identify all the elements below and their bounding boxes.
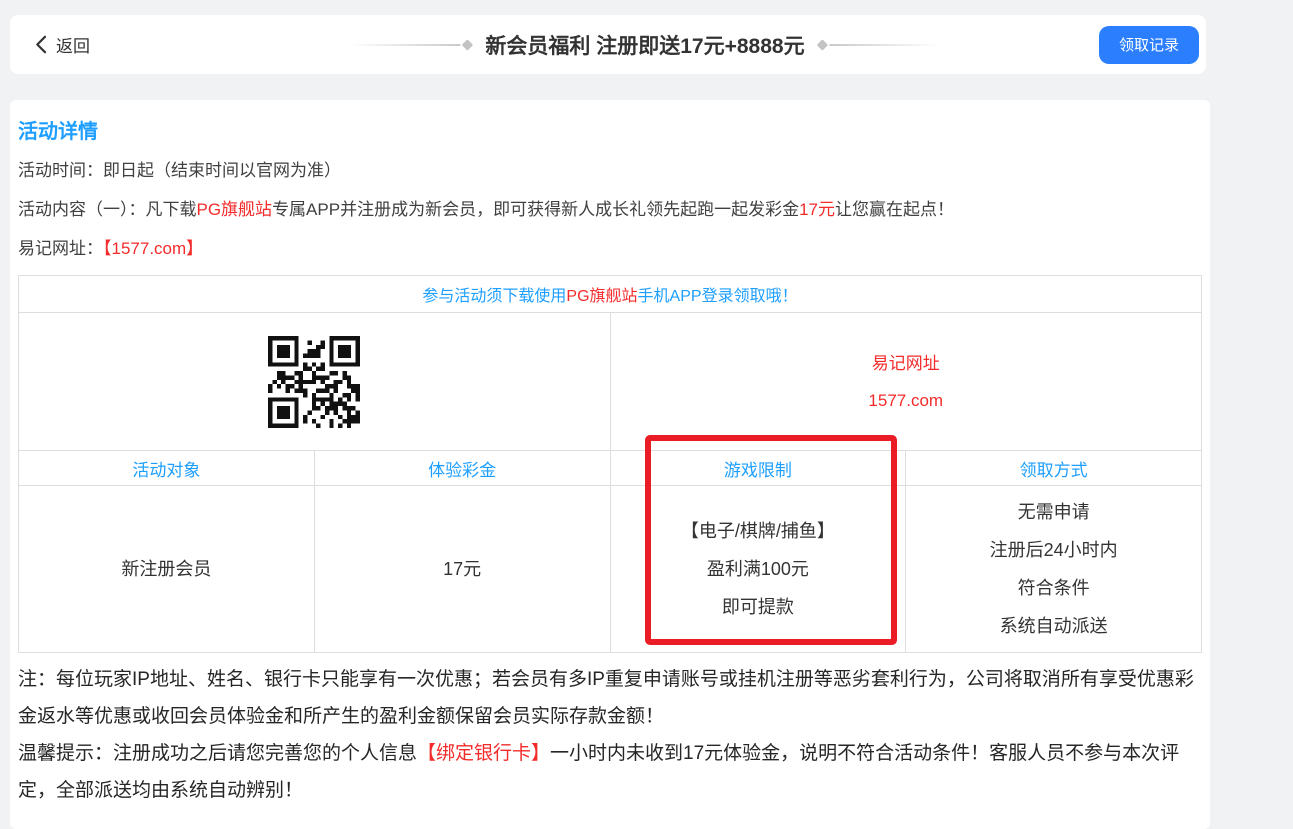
- cell-game-limit: 【电子/棋牌/捕鱼】 盈利满100元 即可提款: [610, 486, 906, 653]
- promo-table-wrap: 参与活动须下载使用PG旗舰站手机APP登录领取哦！ 易记网址 1577.com …: [18, 275, 1202, 653]
- title-left-ornament: [350, 41, 471, 49]
- qr-cell: [19, 313, 611, 451]
- text-segment: 手机APP登录领取哦！: [638, 288, 798, 305]
- chevron-left-icon: [35, 35, 47, 54]
- back-button[interactable]: 返回: [35, 32, 90, 57]
- brand-text: PG旗舰站: [197, 200, 273, 219]
- easy-url-cell: 易记网址 1577.com: [610, 313, 1202, 451]
- ornament-line: [350, 44, 460, 46]
- column-header-claim-method: 领取方式: [906, 451, 1202, 486]
- activity-content-line: 活动内容（一）：凡下载PG旗舰站专属APP并注册成为新会员，即可获得新人成长礼领…: [18, 198, 1202, 222]
- text-segment: 温馨提示：注册成功之后请您完善您的个人信息: [18, 743, 417, 764]
- table-header-row: 活动对象 体验彩金 游戏限制 领取方式: [19, 451, 1202, 486]
- easy-url-value: 【1577.com】: [103, 239, 203, 258]
- text-line: 盈利满100元: [611, 550, 906, 588]
- qr-code: [268, 336, 360, 428]
- text-segment: 让您赢在起点！: [835, 200, 954, 219]
- table-data-row: 新注册会员 17元 【电子/棋牌/捕鱼】 盈利满100元 即可提款 无需申请 注…: [19, 486, 1202, 653]
- easy-url-domain: 1577.com: [611, 382, 1202, 419]
- text-segment: 参与活动须下载使用: [422, 288, 566, 305]
- back-label: 返回: [56, 32, 90, 57]
- text-line: 符合条件: [906, 569, 1201, 607]
- promo-table: 参与活动须下载使用PG旗舰站手机APP登录领取哦！ 易记网址 1577.com …: [18, 275, 1202, 653]
- column-header-audience: 活动对象: [19, 451, 315, 486]
- activity-detail-card: 活动详情 活动时间：即日起（结束时间以官网为准） 活动内容（一）：凡下载PG旗舰…: [10, 100, 1210, 829]
- text-line: 注册后24小时内: [906, 531, 1201, 569]
- section-title: 活动详情: [18, 120, 1202, 144]
- column-header-bonus: 体验彩金: [314, 451, 610, 486]
- text-segment: 活动时间：即日起（结束时间以官网为准）: [18, 161, 341, 180]
- text-segment: 易记网址：: [18, 239, 103, 258]
- cell-bonus: 17元: [314, 486, 610, 653]
- column-header-game-limit: 游戏限制: [610, 451, 906, 486]
- diamond-icon: [817, 39, 828, 50]
- cell-claim-method: 无需申请 注册后24小时内 符合条件 系统自动派送: [906, 486, 1202, 653]
- header-bar: 返回 新会员福利 注册即送17元+8888元 领取记录: [10, 15, 1206, 74]
- page-title-group: 新会员福利 注册即送17元+8888元: [350, 30, 939, 60]
- easy-url-label: 易记网址: [611, 345, 1202, 382]
- bind-card-highlight-text: 【绑定银行卡】: [417, 743, 550, 764]
- cell-audience: 新注册会员: [19, 486, 315, 653]
- text-segment: 专属APP并注册成为新会员，即可获得新人成长礼领先起跑一起发彩金: [272, 200, 799, 219]
- easy-url-line: 易记网址：【1577.com】: [18, 237, 1202, 261]
- text-line: 【电子/棋牌/捕鱼】: [611, 512, 906, 550]
- notice-cell: 参与活动须下载使用PG旗舰站手机APP登录领取哦！: [19, 276, 1202, 313]
- activity-time-line: 活动时间：即日起（结束时间以官网为准）: [18, 159, 1202, 183]
- text-segment: 注：每位玩家IP地址、姓名、银行卡只能享有一次优惠；若会员有多IP重复申请账号或…: [18, 669, 1194, 727]
- bonus-amount-text: 17元: [799, 200, 835, 219]
- ornament-line: [830, 44, 940, 46]
- text-segment: 活动内容（一）：凡下载: [18, 200, 197, 219]
- table-qr-row: 易记网址 1577.com: [19, 313, 1202, 451]
- table-notice-row: 参与活动须下载使用PG旗舰站手机APP登录领取哦！: [19, 276, 1202, 313]
- claim-records-button[interactable]: 领取记录: [1099, 26, 1199, 64]
- diamond-icon: [462, 39, 473, 50]
- note-paragraph: 注：每位玩家IP地址、姓名、银行卡只能享有一次优惠；若会员有多IP重复申请账号或…: [18, 661, 1202, 735]
- tip-paragraph: 温馨提示：注册成功之后请您完善您的个人信息【绑定银行卡】一小时内未收到17元体验…: [18, 735, 1202, 809]
- text-line: 系统自动派送: [906, 607, 1201, 645]
- page-title: 新会员福利 注册即送17元+8888元: [485, 30, 804, 60]
- text-line: 即可提款: [611, 588, 906, 626]
- text-line: 无需申请: [906, 493, 1201, 531]
- brand-text: PG旗舰站: [566, 288, 637, 305]
- title-right-ornament: [819, 41, 940, 49]
